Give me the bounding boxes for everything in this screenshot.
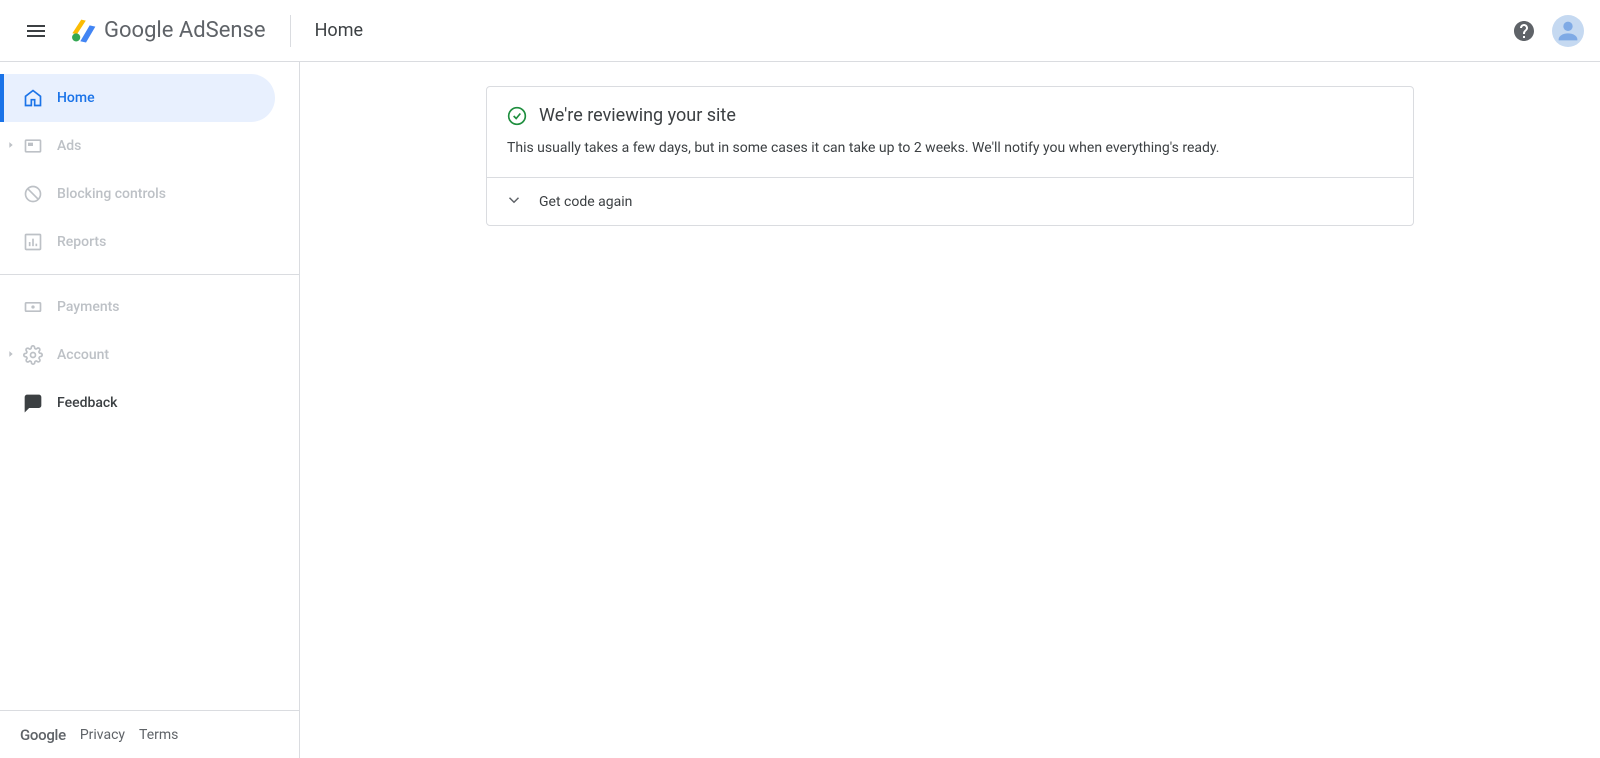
- help-button[interactable]: [1504, 11, 1544, 51]
- logo-text: Google AdSense: [104, 18, 266, 43]
- sidebar-item-blocking[interactable]: Blocking controls: [0, 170, 275, 218]
- gear-icon: [23, 345, 43, 365]
- sidebar-item-home[interactable]: Home: [0, 74, 275, 122]
- sidebar-item-payments[interactable]: Payments: [0, 283, 275, 331]
- nav-separator: [0, 274, 299, 275]
- logo[interactable]: Google AdSense: [68, 17, 266, 45]
- header: Google AdSense Home: [0, 0, 1600, 62]
- sidebar-item-reports[interactable]: Reports: [0, 218, 275, 266]
- chevron-right-icon: [6, 138, 18, 154]
- sidebar-item-label: Feedback: [57, 395, 117, 411]
- sidebar-item-label: Account: [57, 347, 109, 363]
- page-title: Home: [315, 20, 363, 41]
- privacy-link[interactable]: Privacy: [80, 727, 125, 743]
- blocking-icon: [23, 184, 43, 204]
- check-circle-icon: [507, 106, 527, 126]
- help-icon: [1512, 19, 1536, 43]
- sidebar: Home Ads Blocking controls: [0, 62, 300, 758]
- sidebar-item-label: Ads: [57, 138, 81, 154]
- get-code-toggle[interactable]: Get code again: [487, 177, 1413, 225]
- account-avatar[interactable]: [1552, 15, 1584, 47]
- status-title: We're reviewing your site: [539, 105, 736, 126]
- chevron-down-icon: [505, 191, 523, 213]
- sidebar-footer: Google Privacy Terms: [0, 710, 299, 758]
- header-divider: [290, 15, 291, 47]
- main-content: We're reviewing your site This usually t…: [300, 62, 1600, 758]
- payments-icon: [23, 297, 43, 317]
- feedback-icon: [23, 393, 43, 413]
- home-icon: [23, 88, 43, 108]
- hamburger-icon: [24, 19, 48, 43]
- sidebar-item-label: Blocking controls: [57, 186, 166, 202]
- menu-button[interactable]: [12, 7, 60, 55]
- sidebar-item-feedback[interactable]: Feedback: [0, 379, 275, 427]
- sidebar-item-ads[interactable]: Ads: [0, 122, 275, 170]
- user-icon: [1554, 17, 1582, 45]
- sidebar-item-label: Home: [57, 90, 95, 106]
- sidebar-item-account[interactable]: Account: [0, 331, 275, 379]
- get-code-label: Get code again: [539, 194, 632, 210]
- chevron-right-icon: [6, 347, 18, 363]
- ads-icon: [23, 136, 43, 156]
- adsense-logo-icon: [68, 17, 96, 45]
- status-description: This usually takes a few days, but in so…: [507, 138, 1393, 159]
- google-link[interactable]: Google: [20, 726, 66, 744]
- sidebar-item-label: Reports: [57, 234, 106, 250]
- reports-icon: [23, 232, 43, 252]
- status-card: We're reviewing your site This usually t…: [486, 86, 1414, 226]
- terms-link[interactable]: Terms: [139, 727, 178, 743]
- sidebar-item-label: Payments: [57, 299, 120, 315]
